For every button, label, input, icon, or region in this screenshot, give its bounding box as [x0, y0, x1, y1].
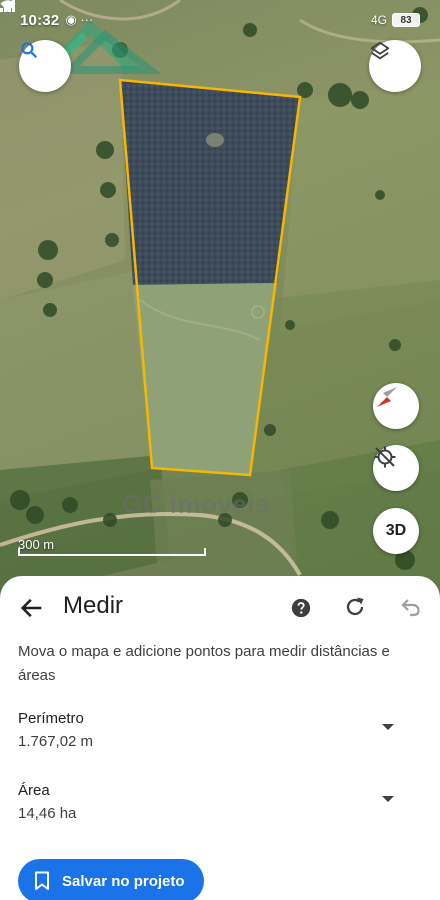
save-button-label: Salvar no projeto — [62, 872, 185, 890]
wifi-icon — [0, 0, 16, 13]
perimeter-row[interactable]: Perímetro 1.767,02 m — [18, 710, 422, 750]
network-label: 4G — [370, 13, 387, 27]
area-value: 14,46 ha — [18, 805, 77, 822]
sheet-header: Medir — [0, 590, 440, 626]
measure-bottom-sheet: Medir Mova o mapa e adicione pontos para… — [0, 576, 440, 900]
compass-button[interactable] — [373, 383, 419, 429]
compass-icon — [377, 387, 397, 407]
status-right: 4G 83 — [0, 0, 420, 27]
watermark-text: GC imoveis — [122, 489, 271, 519]
sheet-title: Medir — [63, 592, 124, 619]
status-time: 10:32 — [20, 11, 60, 29]
3d-view-button[interactable]: 3D — [373, 508, 419, 554]
bookmark-icon — [35, 871, 49, 890]
area-label: Área — [18, 782, 50, 799]
battery-icon: 83 — [392, 13, 420, 27]
reset-icon[interactable] — [343, 595, 367, 619]
perimeter-value: 1.767,02 m — [18, 733, 94, 750]
help-icon[interactable] — [290, 597, 312, 619]
search-button[interactable] — [19, 40, 71, 92]
layers-button[interactable] — [369, 40, 421, 92]
back-arrow-icon[interactable] — [18, 594, 46, 622]
layers-icon — [370, 41, 390, 60]
undo-icon[interactable] — [398, 595, 422, 619]
perimeter-label: Perímetro — [18, 710, 84, 727]
search-icon — [21, 42, 37, 58]
notification-icons: ◉ ··· — [65, 12, 94, 27]
chevron-down-icon — [382, 724, 394, 730]
status-bar: 10:32 ◉ ··· 4G 83 — [0, 0, 440, 40]
measure-instruction: Mova o mapa e adicione pontos para medir… — [18, 643, 390, 684]
satellite-map[interactable]: GC imoveis 10:32 ◉ ··· 4G 83 3D 300 m — [0, 0, 440, 600]
area-row[interactable]: Área 14,46 ha — [18, 782, 422, 822]
chevron-down-icon — [382, 796, 394, 802]
map-scale-bar — [18, 548, 206, 556]
my-location-button[interactable] — [373, 445, 419, 491]
save-to-project-button[interactable]: Salvar no projeto — [18, 859, 204, 900]
location-off-icon — [374, 446, 396, 468]
